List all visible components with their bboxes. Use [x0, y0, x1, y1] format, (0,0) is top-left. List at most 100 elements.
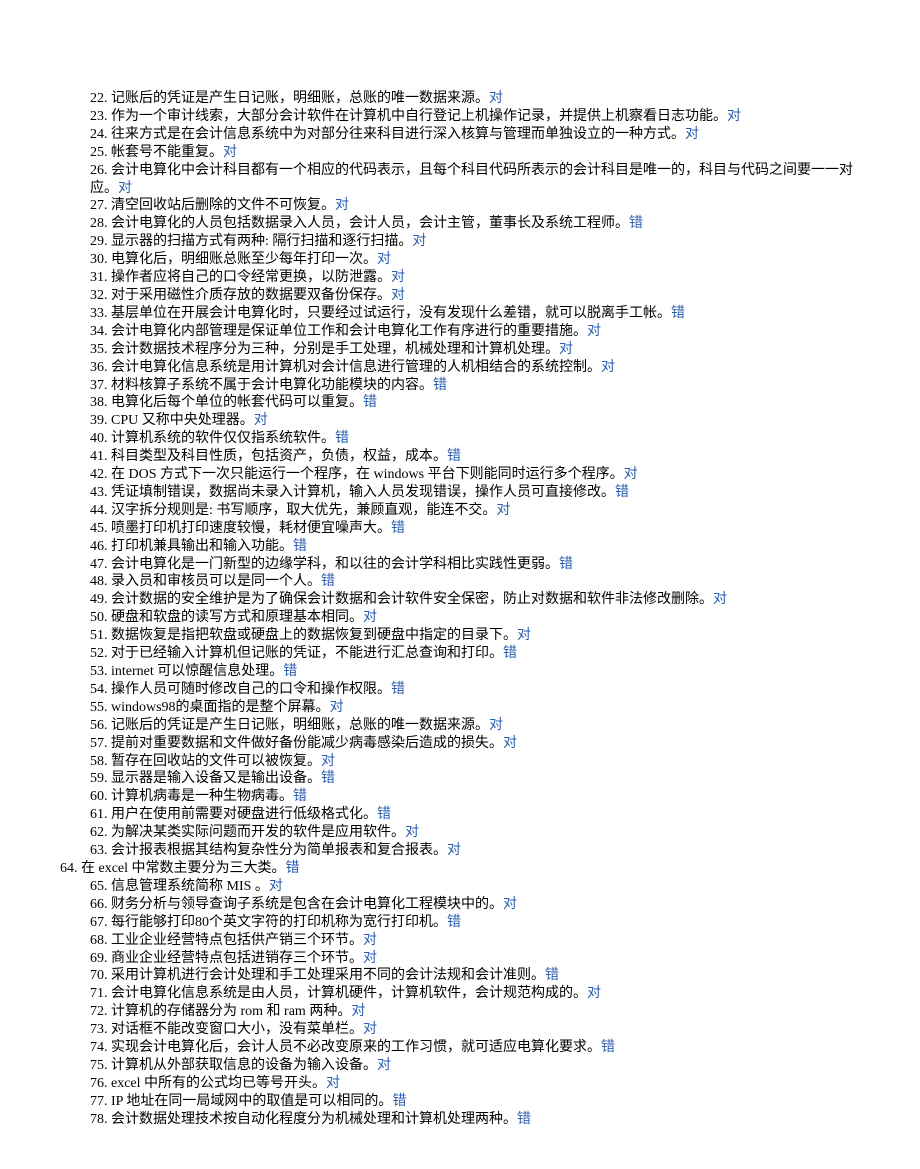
question-item: 31. 操作者应将自己的口令经常更换，以防泄露。对 [90, 269, 880, 287]
question-number: 27. [90, 198, 108, 213]
question-text: IP 地址在同一局域网中的取值是可以相同的。 [111, 1094, 392, 1109]
question-text: 显示器的扫描方式有两种: 隔行扫描和逐行扫描。 [111, 234, 412, 249]
question-item: 43. 凭证填制错误，数据尚未录入计算机，输入人员发现错误，操作人员可直接修改。… [90, 484, 880, 502]
question-item: 52. 对于已经输入计算机但记账的凭证，不能进行汇总查询和打印。错 [90, 645, 880, 663]
answer-label: 对 [326, 1076, 340, 1091]
question-text: 会计电算化中会计科目都有一个相应的代码表示，且每个科目代码所表示的会计科目是唯一… [90, 163, 853, 196]
answer-label: 错 [671, 306, 685, 321]
question-number: 35. [90, 342, 108, 357]
answer-label: 对 [503, 736, 517, 751]
question-item: 24. 往来方式是在会计信息系统中为对部分往来科目进行深入核算与管理而单独设立的… [90, 126, 880, 144]
answer-label: 错 [283, 664, 297, 679]
question-number: 48. [90, 574, 108, 589]
question-number: 24. [90, 127, 108, 142]
question-item: 72. 计算机的存储器分为 rom 和 ram 两种。对 [90, 1003, 880, 1021]
question-text: CPU 又称中央处理器。 [111, 413, 254, 428]
question-number: 39. [90, 413, 108, 428]
answer-label: 对 [269, 879, 283, 894]
question-item: 68. 工业企业经营特点包括供产销三个环节。对 [90, 932, 880, 950]
question-item: 69. 商业企业经营特点包括进销存三个环节。对 [90, 950, 880, 968]
question-number: 51. [90, 628, 108, 643]
answer-label: 错 [392, 1094, 406, 1109]
question-number: 22. [90, 91, 108, 106]
question-text: 暂存在回收站的文件可以被恢复。 [111, 754, 321, 769]
question-text: 对于采用磁性介质存放的数据要双备份保存。 [111, 288, 391, 303]
question-item: 60. 计算机病毒是一种生物病毒。错 [90, 788, 880, 806]
question-number: 65. [90, 879, 108, 894]
answer-label: 错 [601, 1040, 615, 1055]
question-item: 56. 记账后的凭证是产生日记账，明细账，总账的唯一数据来源。对 [90, 717, 880, 735]
answer-label: 对 [587, 986, 601, 1001]
question-number: 36. [90, 360, 108, 375]
answer-label: 对 [727, 109, 741, 124]
question-text: 凭证填制错误，数据尚未录入计算机，输入人员发现错误，操作人员可直接修改。 [111, 485, 615, 500]
question-number: 41. [90, 449, 108, 464]
answer-label: 错 [286, 861, 300, 876]
question-number: 74. [90, 1040, 108, 1055]
question-item: 74. 实现会计电算化后，会计人员不必改变原来的工作习惯，就可适应电算化要求。错 [90, 1039, 880, 1057]
answer-label: 错 [391, 682, 405, 697]
answer-label: 对 [489, 718, 503, 733]
question-text: 显示器是输入设备又是输出设备。 [111, 771, 321, 786]
question-number: 33. [90, 306, 108, 321]
question-number: 68. [90, 933, 108, 948]
question-item: 59. 显示器是输入设备又是输出设备。错 [90, 770, 880, 788]
question-item: 71. 会计电算化信息系统是由人员，计算机硬件，计算机软件，会计规范构成的。对 [90, 985, 880, 1003]
answer-label: 对 [363, 610, 377, 625]
answer-label: 对 [363, 1022, 377, 1037]
question-number: 77. [90, 1094, 108, 1109]
answer-label: 对 [377, 1058, 391, 1073]
question-item: 64. 在 excel 中常数主要分为三大类。错 [60, 860, 880, 878]
question-text: excel 中所有的公式均已等号开头。 [111, 1076, 326, 1091]
answer-label: 错 [447, 449, 461, 464]
question-text: 操作人员可随时修改自己的口令和操作权限。 [111, 682, 391, 697]
question-text: 为解决某类实际问题而开发的软件是应用软件。 [111, 825, 405, 840]
question-number: 47. [90, 557, 108, 572]
question-item: 33. 基层单位在开展会计电算化时，只要经过试运行，没有发现什么差错，就可以脱离… [90, 305, 880, 323]
question-number: 57. [90, 736, 108, 751]
question-text: 在 excel 中常数主要分为三大类。 [81, 861, 286, 876]
question-item: 23. 作为一个审计线索，大部分会计软件在计算机中自行登记上机操作记录，并提供上… [90, 108, 880, 126]
question-text: 提前对重要数据和文件做好备份能减少病毒感染后造成的损失。 [111, 736, 503, 751]
question-number: 55. [90, 700, 108, 715]
answer-label: 对 [496, 503, 510, 518]
question-item: 27. 清空回收站后删除的文件不可恢复。对 [90, 197, 880, 215]
question-text: 对于已经输入计算机但记账的凭证，不能进行汇总查询和打印。 [111, 646, 503, 661]
question-number: 67. [90, 915, 108, 930]
question-item: 34. 会计电算化内部管理是保证单位工作和会计电算化工作有序进行的重要措施。对 [90, 323, 880, 341]
question-number: 50. [90, 610, 108, 625]
question-text: 商业企业经营特点包括进销存三个环节。 [111, 951, 363, 966]
question-number: 54. [90, 682, 108, 697]
question-number: 34. [90, 324, 108, 339]
question-list: 22. 记账后的凭证是产生日记账，明细账，总账的唯一数据来源。对23. 作为一个… [90, 90, 880, 1129]
question-number: 23. [90, 109, 108, 124]
question-number: 63. [90, 843, 108, 858]
question-text: 汉字拆分规则是: 书写顺序，取大优先，兼顾直观，能连不交。 [111, 503, 496, 518]
question-text: 硬盘和软盘的读写方式和原理基本相同。 [111, 610, 363, 625]
question-number: 72. [90, 1004, 108, 1019]
question-text: 打印机兼具输出和输入功能。 [111, 539, 293, 554]
question-text: 录入员和审核员可以是同一个人。 [111, 574, 321, 589]
question-item: 40. 计算机系统的软件仅仅指系统软件。错 [90, 430, 880, 448]
question-text: 记账后的凭证是产生日记账，明细账，总账的唯一数据来源。 [111, 91, 489, 106]
question-item: 76. excel 中所有的公式均已等号开头。对 [90, 1075, 880, 1093]
question-number: 52. [90, 646, 108, 661]
question-text: 会计数据的安全维护是为了确保会计数据和会计软件安全保密，防止对数据和软件非法修改… [111, 592, 713, 607]
question-number: 37. [90, 378, 108, 393]
question-number: 73. [90, 1022, 108, 1037]
question-number: 45. [90, 521, 108, 536]
question-number: 42. [90, 467, 108, 482]
question-text: 清空回收站后删除的文件不可恢复。 [111, 198, 335, 213]
question-item: 53. internet 可以惊醒信息处理。错 [90, 663, 880, 681]
question-text: 电算化后每个单位的帐套代码可以重复。 [111, 395, 363, 410]
question-text: 科目类型及科目性质，包括资产，负债，权益，成本。 [111, 449, 447, 464]
question-text: 作为一个审计线索，大部分会计软件在计算机中自行登记上机操作记录，并提供上机察看日… [111, 109, 727, 124]
question-number: 58. [90, 754, 108, 769]
question-item: 41. 科目类型及科目性质，包括资产，负债，权益，成本。错 [90, 448, 880, 466]
question-item: 35. 会计数据技术程序分为三种，分别是手工处理，机械处理和计算机处理。对 [90, 341, 880, 359]
answer-label: 对 [363, 933, 377, 948]
question-number: 25. [90, 145, 108, 160]
question-text: 会计报表根据其结构复杂性分为简单报表和复合报表。 [111, 843, 447, 858]
answer-label: 对 [685, 127, 699, 142]
question-item: 44. 汉字拆分规则是: 书写顺序，取大优先，兼顾直观，能连不交。对 [90, 502, 880, 520]
